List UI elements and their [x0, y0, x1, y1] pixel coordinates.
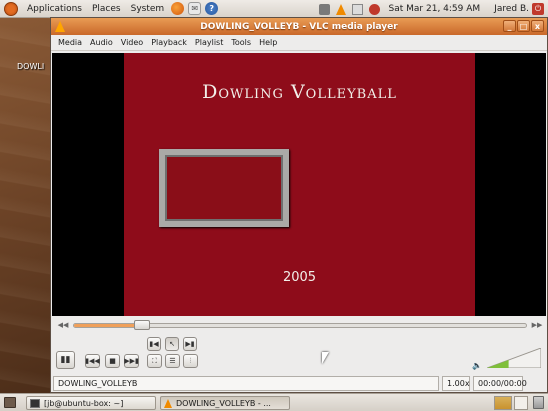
menu-help[interactable]: Help: [255, 38, 281, 47]
seek-handle[interactable]: [133, 319, 150, 330]
help-icon[interactable]: ?: [205, 2, 219, 15]
stop-button[interactable]: ■: [105, 354, 120, 368]
seek-slider[interactable]: [73, 319, 527, 330]
vlc-tray-icon[interactable]: [335, 3, 346, 15]
power-icon[interactable]: ⏻: [532, 3, 544, 15]
play-pause-button[interactable]: ▮▮: [56, 351, 75, 369]
seek-fill: [74, 323, 142, 327]
seek-row: ◀◀ ▶▶: [57, 319, 543, 331]
video-area[interactable]: Dowling Volleyball 2005: [52, 53, 546, 316]
seek-forward-icon[interactable]: ▶▶: [531, 321, 543, 329]
clock[interactable]: Sat Mar 21, 4:59 AM: [383, 4, 487, 14]
title-bar[interactable]: DOWLING_VOLLEYB - VLC media player _ □ x: [51, 18, 547, 35]
video-title-text: Dowling Volleyball: [202, 81, 397, 103]
seek-back-icon[interactable]: ◀◀: [57, 321, 69, 329]
menu-applications[interactable]: Applications: [22, 4, 87, 14]
video-frame: Dowling Volleyball 2005: [124, 53, 475, 316]
desktop-icon-label[interactable]: DOWLI: [17, 62, 44, 71]
firefox-icon[interactable]: [171, 2, 185, 15]
vlc-task-icon: [164, 398, 172, 408]
ubuntu-logo-icon[interactable]: [4, 1, 18, 16]
mail-notification-icon[interactable]: [351, 3, 363, 15]
menu-audio[interactable]: Audio: [86, 38, 117, 47]
playlist-button[interactable]: ☰: [165, 354, 180, 368]
volume-icon[interactable]: 🔈: [472, 361, 482, 370]
top-panel-tray: Sat Mar 21, 4:59 AM Jared B. ⏻: [316, 0, 548, 18]
controls-area: ▮◀ ↖ ▶▮ ▮▮ ▮◀◀ ■ ▶▶▮ ⛶ ☰ ⫶ 🔈: [55, 336, 545, 376]
window-controls: _ □ x: [503, 20, 544, 32]
volume-slider[interactable]: [487, 348, 541, 368]
menu-places[interactable]: Places: [87, 4, 126, 14]
task-vlc[interactable]: DOWLING_VOLLEYB - ...: [160, 396, 290, 410]
minimize-button[interactable]: _: [503, 20, 516, 32]
status-filename: DOWLING_VOLLEYB: [53, 376, 439, 391]
extended-settings-button[interactable]: ⫶: [183, 354, 198, 368]
close-button[interactable]: x: [531, 20, 544, 32]
menu-playlist[interactable]: Playlist: [191, 38, 227, 47]
task-vlc-label: DOWLING_VOLLEYB - ...: [176, 398, 271, 408]
next-button[interactable]: ▶▶▮: [124, 354, 139, 368]
trash-icon[interactable]: [533, 396, 544, 409]
mouse-cursor-icon: [322, 352, 329, 364]
video-year-text: 2005: [282, 270, 317, 285]
task-terminal[interactable]: [jb@ubuntu-box: ~]: [26, 396, 156, 410]
desktop-wallpaper-texture: [0, 18, 52, 394]
status-bar: DOWLING_VOLLEYB 1.00x 00:00/00:00: [53, 376, 547, 391]
bottom-panel: [jb@ubuntu-box: ~] DOWLING_VOLLEYB - ...: [0, 393, 548, 411]
menu-system[interactable]: System: [126, 4, 170, 14]
network-icon[interactable]: [318, 3, 330, 15]
status-speed[interactable]: 1.00x: [442, 376, 470, 391]
fullscreen-button[interactable]: ⛶: [147, 354, 162, 368]
update-icon[interactable]: [368, 3, 380, 15]
menu-tools[interactable]: Tools: [227, 38, 255, 47]
menu-playback[interactable]: Playback: [147, 38, 191, 47]
menu-video[interactable]: Video: [117, 38, 147, 47]
mail-icon[interactable]: ✉: [188, 2, 202, 15]
window-title: DOWLING_VOLLEYB - VLC media player: [200, 21, 398, 32]
slower-button[interactable]: ▮◀: [147, 337, 161, 351]
menu-media[interactable]: Media: [54, 38, 86, 47]
faster-button[interactable]: ▶▮: [183, 337, 197, 351]
task-terminal-label: [jb@ubuntu-box: ~]: [44, 398, 124, 408]
user-switcher[interactable]: Jared B.: [486, 4, 532, 14]
vlc-window: DOWLING_VOLLEYB - VLC media player _ □ x…: [50, 17, 548, 393]
workspace-switcher[interactable]: [494, 396, 512, 410]
normal-speed-button[interactable]: ↖: [165, 337, 179, 351]
menu-bar: Media Audio Video Playback Playlist Tool…: [51, 35, 547, 51]
terminal-icon: [30, 398, 40, 408]
workspace-switcher-2[interactable]: [514, 396, 528, 410]
top-panel: Applications Places System ✉ ? Sat Mar 2…: [0, 0, 548, 18]
video-picture-frame: [159, 149, 289, 227]
status-time[interactable]: 00:00/00:00: [473, 376, 527, 391]
maximize-button[interactable]: □: [517, 20, 530, 32]
previous-button[interactable]: ▮◀◀: [85, 354, 100, 368]
show-desktop-icon[interactable]: [4, 397, 16, 408]
